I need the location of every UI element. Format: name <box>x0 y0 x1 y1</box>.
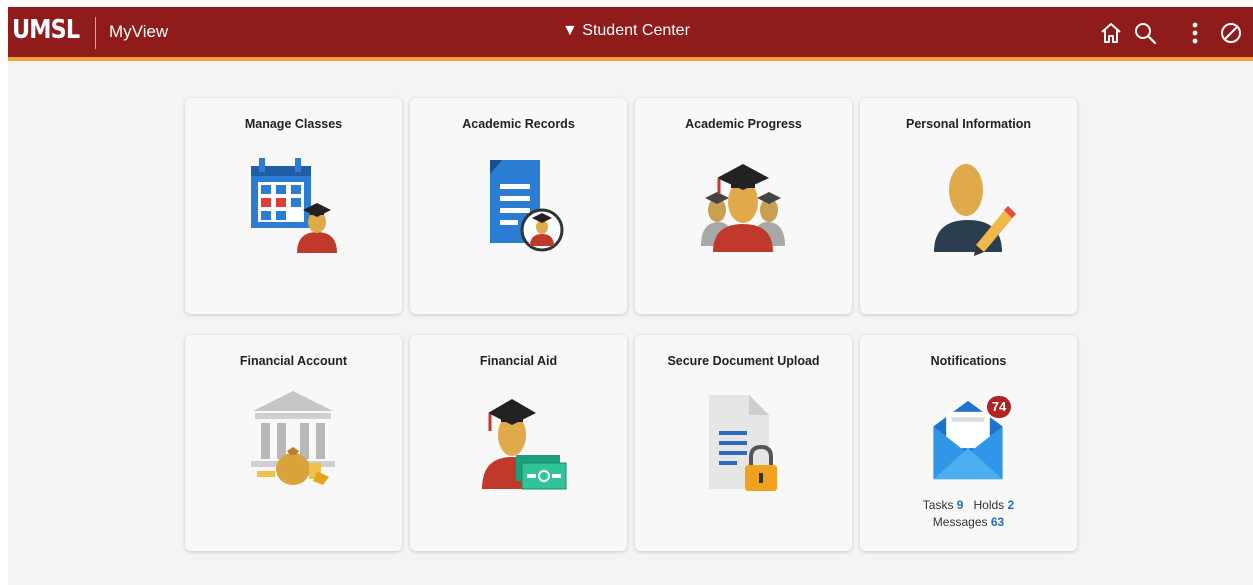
tile-title: Financial Aid <box>479 354 558 368</box>
tile-title: Personal Information <box>905 117 1032 131</box>
calendar-student-icon <box>251 158 337 253</box>
tile-financial-aid[interactable]: Financial Aid <box>410 335 627 551</box>
home-icon[interactable] <box>1098 20 1124 46</box>
tile-title: Notifications <box>930 354 1007 368</box>
notification-counts: Tasks 9 Holds 2 Messages 63 <box>860 497 1077 531</box>
messages-label: Messages <box>932 515 988 529</box>
page-frame: UMSL MyView ▼ Student Center Manage Clas… <box>8 7 1253 585</box>
tile-title: Academic Records <box>462 117 575 131</box>
notification-count-badge: 74 <box>985 394 1013 420</box>
tile-secure-document-upload[interactable]: Secure Document Upload <box>635 335 852 551</box>
tile-title: Secure Document Upload <box>667 354 820 368</box>
bank-moneybag-icon <box>251 391 335 485</box>
messages-count[interactable]: 63 <box>991 515 1004 529</box>
app-name: MyView <box>109 22 169 41</box>
tile-academic-progress[interactable]: Academic Progress <box>635 98 852 314</box>
tile-title: Academic Progress <box>685 117 802 131</box>
tile-academic-records[interactable]: Academic Records <box>410 98 627 314</box>
umsl-logo[interactable]: UMSL <box>12 15 80 45</box>
document-graduate-icon <box>490 160 564 252</box>
document-lock-icon <box>709 395 777 491</box>
top-navbar: UMSL MyView ▼ Student Center <box>8 7 1253 61</box>
tasks-label: Tasks <box>922 498 954 512</box>
holds-label: Holds <box>973 498 1005 512</box>
student-center-dropdown[interactable]: ▼ Student Center <box>562 22 690 40</box>
header-divider <box>95 17 96 49</box>
tile-title: Financial Account <box>239 354 348 368</box>
tasks-count[interactable]: 9 <box>957 498 964 512</box>
tile-personal-information[interactable]: Personal Information <box>860 98 1077 314</box>
tile-financial-account[interactable]: Financial Account <box>185 335 402 551</box>
more-options-icon[interactable] <box>1182 20 1208 46</box>
navbar-compass-icon[interactable] <box>1218 20 1244 46</box>
graduates-group-icon <box>701 164 785 252</box>
search-icon[interactable] <box>1132 20 1158 46</box>
tile-manage-classes[interactable]: Manage Classes <box>185 98 402 314</box>
graduate-money-icon <box>482 399 567 490</box>
tile-notifications[interactable]: Notifications 74 Tasks 9 Holds 2 Message… <box>860 335 1077 551</box>
person-pencil-icon <box>934 164 1016 256</box>
holds-count[interactable]: 2 <box>1008 498 1015 512</box>
tile-title: Manage Classes <box>244 117 343 131</box>
